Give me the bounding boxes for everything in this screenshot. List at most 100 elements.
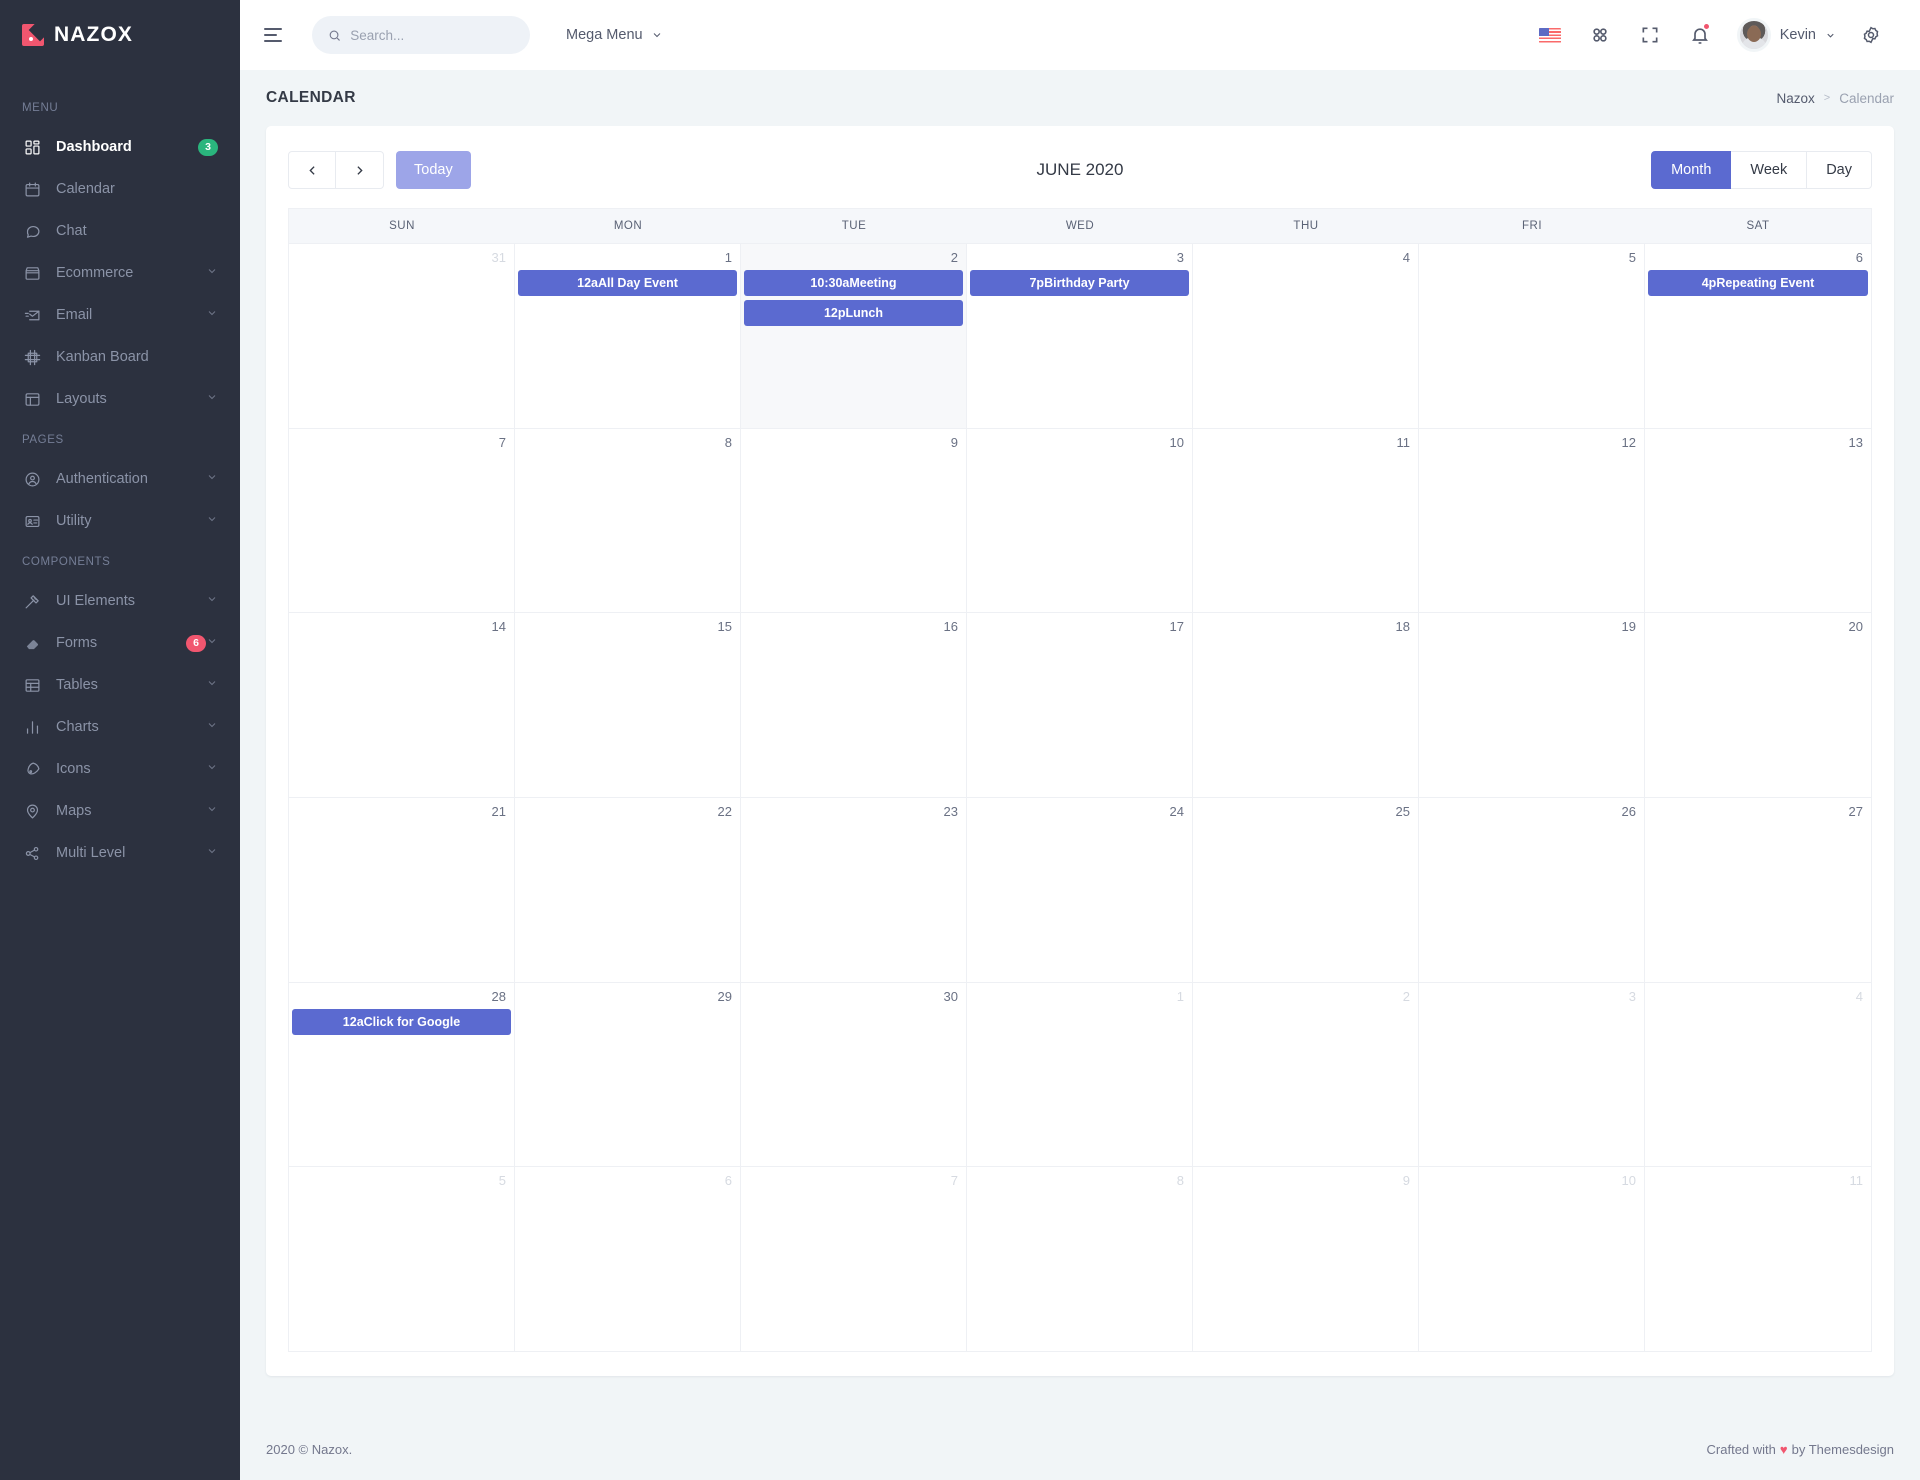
sidebar-item-ui-elements[interactable]: UI Elements — [0, 580, 240, 622]
calendar-day-cell[interactable]: 20 — [1645, 613, 1871, 797]
sidebar-item-maps[interactable]: Maps — [0, 790, 240, 832]
calendar-day-cell[interactable]: 4 — [1645, 983, 1871, 1167]
calendar-day-cell[interactable]: 21 — [289, 798, 515, 982]
prev-month-button[interactable] — [288, 151, 336, 189]
calendar-day-cell[interactable]: 17 — [967, 613, 1193, 798]
calendar-day-cell[interactable]: 3 7pBirthday Party — [967, 244, 1193, 428]
calendar-day-cell[interactable]: 19 — [1419, 613, 1645, 798]
calendar-event[interactable]: 10:30aMeeting — [744, 270, 963, 296]
view-button-week[interactable]: Week — [1731, 151, 1808, 189]
mega-menu-label: Mega Menu — [566, 27, 643, 43]
calendar-day-cell[interactable]: 3 — [1419, 982, 1645, 1167]
chevron-down-icon — [1827, 33, 1834, 38]
sidebar-item-tables[interactable]: Tables — [0, 664, 240, 706]
calendar-day-cell[interactable]: 11 — [1193, 428, 1419, 613]
view-button-month[interactable]: Month — [1651, 151, 1732, 189]
calendar-day-cell[interactable]: 13 — [1645, 429, 1871, 613]
calendar-day-cell[interactable]: 7 — [289, 428, 515, 613]
search-box[interactable] — [312, 16, 530, 54]
view-button-day[interactable]: Day — [1807, 151, 1872, 189]
calendar-day-cell[interactable]: 11 — [1645, 1167, 1871, 1351]
share-icon — [22, 843, 42, 863]
calendar-day-cell[interactable]: 6 4pRepeating Event — [1645, 244, 1871, 428]
calendar-day-cell[interactable]: 23 — [741, 798, 967, 982]
notifications-button[interactable] — [1677, 12, 1723, 58]
calendar-day-cell[interactable]: 14 — [289, 613, 515, 798]
sidebar-item-chat[interactable]: Chat — [0, 210, 240, 252]
day-number: 2 — [950, 250, 958, 265]
calendar-day-cell[interactable]: 25 — [1193, 798, 1419, 982]
fullscreen-icon — [1642, 27, 1658, 43]
calendar-day-cell[interactable]: 1 12aAll Day Event — [515, 244, 741, 428]
calendar-day-cell[interactable]: 8 — [515, 428, 741, 613]
calendar-day-cell[interactable]: 5 — [289, 1167, 515, 1352]
settings-button[interactable] — [1848, 12, 1894, 58]
brand-logo-area[interactable]: NAZOX — [0, 0, 240, 70]
sidebar-item-label: Forms — [56, 635, 98, 651]
calendar-day-cell[interactable]: 22 — [515, 798, 741, 982]
notification-badge-dot — [1702, 23, 1710, 30]
menu-toggle-icon[interactable] — [260, 18, 294, 52]
user-menu[interactable]: Kevin — [1727, 18, 1844, 52]
sidebar-item-icons[interactable]: Icons — [0, 748, 240, 790]
calendar-day-cell[interactable]: 31 — [289, 244, 515, 428]
sidebar-item-utility[interactable]: Utility — [0, 500, 240, 542]
id-card-icon — [22, 511, 42, 531]
sidebar-item-calendar[interactable]: Calendar — [0, 168, 240, 210]
today-button[interactable]: Today — [396, 151, 471, 189]
calendar-day-cell[interactable]: 18 — [1193, 613, 1419, 798]
sidebar-item-label: Chat — [56, 223, 87, 239]
calendar-day-cell[interactable]: 1 — [967, 982, 1193, 1167]
calendar-day-cell[interactable]: 12 — [1419, 428, 1645, 613]
calendar-day-cell[interactable]: 28 12aClick for Google — [289, 982, 515, 1167]
calendar-day-cell[interactable]: 16 — [741, 613, 967, 798]
sidebar-item-layouts[interactable]: Layouts — [0, 378, 240, 420]
language-selector[interactable] — [1527, 12, 1573, 58]
sidebar-item-dashboard[interactable]: Dashboard 3 — [0, 126, 240, 168]
sidebar-item-charts[interactable]: Charts — [0, 706, 240, 748]
day-number: 11 — [1396, 434, 1411, 450]
calendar-event[interactable]: 12pLunch — [744, 300, 963, 326]
calendar-day-cell[interactable]: 2 — [1193, 982, 1419, 1167]
mega-menu-dropdown[interactable]: Mega Menu — [566, 27, 663, 43]
breadcrumb-item-nazox[interactable]: Nazox — [1777, 91, 1815, 106]
sidebar-item-kanban-board[interactable]: Kanban Board — [0, 336, 240, 378]
sidebar-item-label: Layouts — [56, 391, 107, 407]
day-number: 4 — [1402, 250, 1410, 265]
day-number: 27 — [1848, 804, 1863, 820]
sidebar-item-multi-level[interactable]: Multi Level — [0, 832, 240, 874]
calendar-day-cell[interactable]: 6 — [515, 1167, 741, 1352]
calendar-day-cell[interactable]: 9 — [1193, 1167, 1419, 1352]
calendar-day-cell[interactable]: 30 — [741, 982, 967, 1167]
next-month-button[interactable] — [336, 151, 384, 189]
calendar-day-cell[interactable]: 4 — [1193, 244, 1419, 428]
day-number: 10 — [1169, 434, 1184, 450]
sidebar-item-ecommerce[interactable]: Ecommerce — [0, 252, 240, 294]
calendar-day-cell[interactable]: 15 — [515, 613, 741, 798]
calendar-day-cell[interactable]: 27 — [1645, 798, 1871, 982]
calendar-day-headers: SUN MON TUE WED THU FRI SAT — [289, 209, 1871, 244]
calendar-day-cell[interactable]: 7 — [741, 1167, 967, 1352]
calendar-day-cell[interactable]: 8 — [967, 1167, 1193, 1352]
calendar-day-cell[interactable]: 26 — [1419, 798, 1645, 982]
sidebar-item-authentication[interactable]: Authentication — [0, 458, 240, 500]
calendar-event[interactable]: 12aAll Day Event — [518, 270, 737, 296]
calendar-day-cell[interactable]: 29 — [515, 982, 741, 1167]
calendar-day-cell[interactable]: 2 10:30aMeeting 12pLunch — [741, 244, 967, 428]
calendar-day-cell[interactable]: 9 — [741, 428, 967, 613]
sidebar-item-forms[interactable]: Forms 6 — [0, 622, 240, 664]
sidebar-item-email[interactable]: Email — [0, 294, 240, 336]
apps-grid-button[interactable] — [1577, 12, 1623, 58]
calendar-day-cell[interactable]: 10 — [967, 428, 1193, 613]
calendar-day-cell[interactable]: 5 — [1419, 244, 1645, 428]
fullscreen-button[interactable] — [1627, 12, 1673, 58]
calendar-event[interactable]: 7pBirthday Party — [970, 270, 1189, 296]
calendar-event[interactable]: 4pRepeating Event — [1648, 270, 1868, 296]
calendar-event[interactable]: 12aClick for Google — [292, 1008, 511, 1035]
calendar-week-row: 28 12aClick for Google 29 30 1 2 3 4 — [289, 982, 1871, 1168]
chevron-down-icon — [206, 845, 218, 861]
search-input[interactable] — [350, 27, 514, 43]
calendar-day-cell[interactable]: 24 — [967, 798, 1193, 982]
table-icon — [22, 675, 42, 695]
calendar-day-cell[interactable]: 10 — [1419, 1167, 1645, 1352]
